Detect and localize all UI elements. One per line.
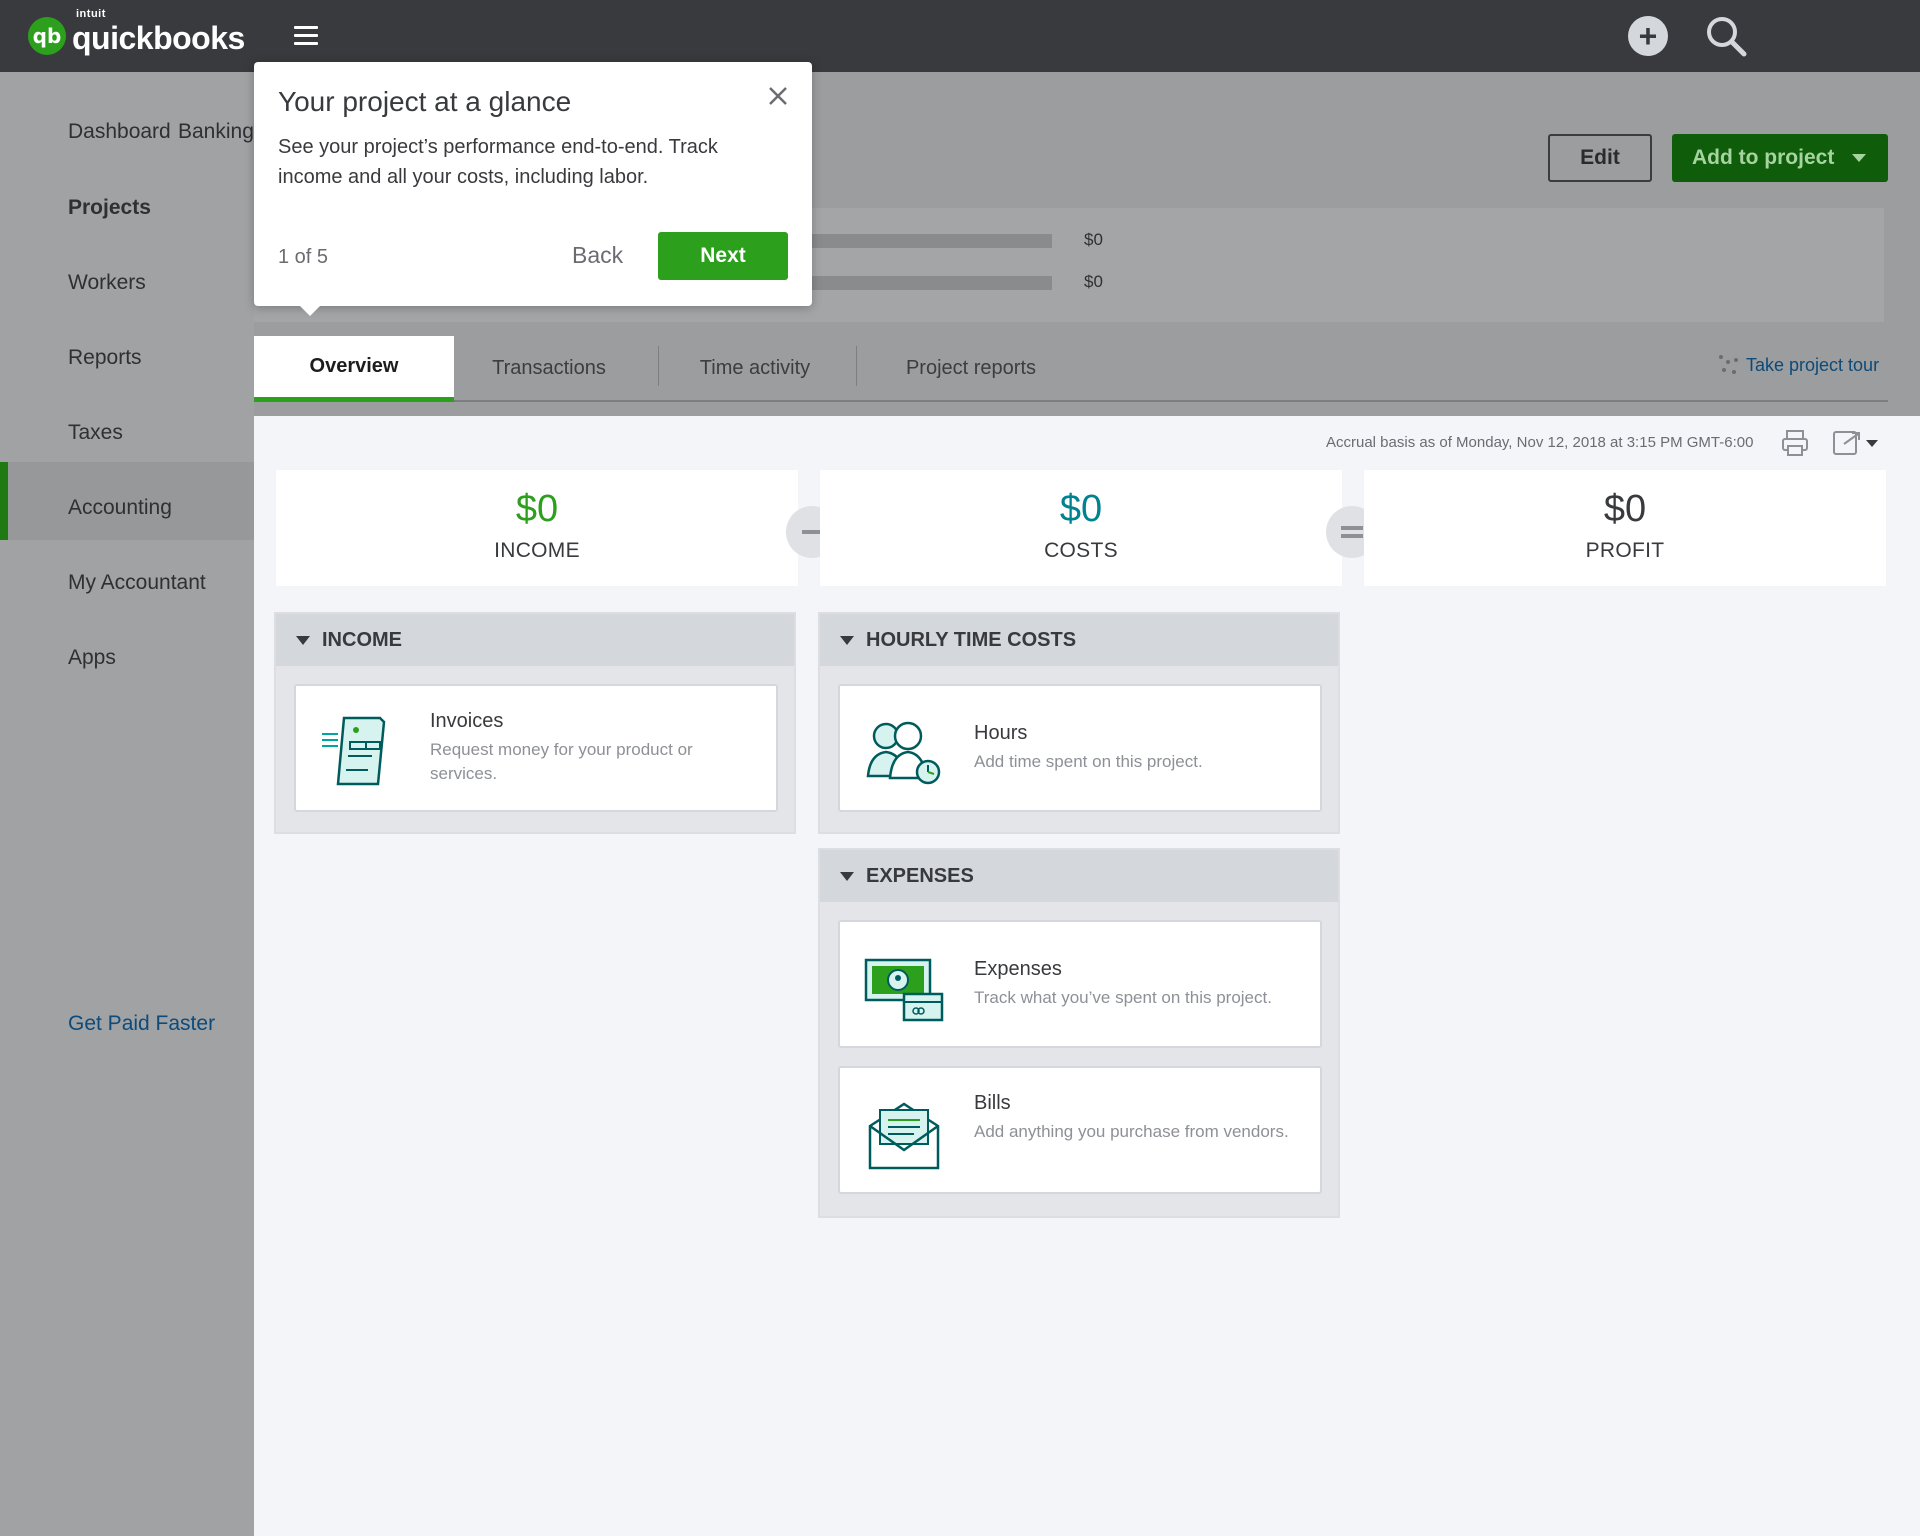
income-section-title: INCOME <box>322 628 402 651</box>
invoice-icon <box>322 716 386 786</box>
costs-kpi-card: $0 COSTS <box>820 470 1342 586</box>
costs-bar-value: $0 <box>1084 272 1103 291</box>
costs-kpi-label: COSTS <box>1044 539 1118 562</box>
next-button[interactable]: Next <box>658 232 788 280</box>
chevron-down-icon[interactable] <box>1852 154 1866 162</box>
expenses-section: EXPENSES Expenses Track what you’ve spen… <box>818 848 1340 1218</box>
get-paid-faster-link[interactable]: Get Paid Faster <box>68 1012 215 1036</box>
income-section: INCOME Invoices Request money for your p… <box>274 612 796 834</box>
sidebar-item-reports[interactable]: Reports <box>68 346 142 370</box>
add-to-project-button[interactable]: Add to project <box>1672 134 1888 182</box>
tour-popover: Your project at a glance See your projec… <box>254 62 812 306</box>
popover-arrow <box>296 302 324 316</box>
logo-wordmark: intuit quickbooks <box>72 8 245 57</box>
search-icon[interactable] <box>1704 14 1748 58</box>
cash-card-icon <box>864 958 944 1022</box>
invoices-card-title: Invoices <box>430 710 504 732</box>
popover-step-counter: 1 of 5 <box>278 246 329 268</box>
take-project-tour-label: Take project tour <box>1746 354 1880 375</box>
qb-logo-icon: qb <box>28 16 66 55</box>
edit-button[interactable]: Edit <box>1548 134 1652 182</box>
hours-card-desc: Add time spent on this project. <box>974 752 1203 771</box>
hours-card[interactable]: Hours Add time spent on this project. <box>838 684 1322 812</box>
income-section-header[interactable]: INCOME <box>276 614 794 666</box>
costs-kpi-value: $0 <box>1059 488 1103 530</box>
take-project-tour-link[interactable]: Take project tour <box>1716 352 1879 378</box>
income-kpi-label: INCOME <box>494 539 580 562</box>
income-kpi-card: $0 INCOME <box>276 470 798 586</box>
popover-title: Your project at a glance <box>278 86 572 117</box>
income-kpi-value: $0 <box>515 488 559 530</box>
income-bar-value: $0 <box>1084 230 1103 249</box>
bills-card-desc: Add anything you purchase from vendors. <box>974 1122 1289 1141</box>
profit-kpi-value: $0 <box>1603 488 1647 530</box>
tab-transactions[interactable]: Transactions <box>454 336 644 400</box>
hourly-section-title: HOURLY TIME COSTS <box>866 628 1077 651</box>
plus-icon[interactable]: + <box>1628 16 1668 56</box>
hourly-time-costs-section: HOURLY TIME COSTS Hours Add time spent o… <box>818 612 1340 834</box>
collapse-triangle-icon[interactable] <box>296 635 310 645</box>
tour-path-icon <box>1719 355 1738 374</box>
quickbooks-logo[interactable]: qb intuit quickbooks <box>28 8 245 57</box>
sidebar-item-apps[interactable]: Apps <box>68 646 116 670</box>
hamburger-menu-icon[interactable] <box>294 26 318 46</box>
hourly-section-header[interactable]: HOURLY TIME COSTS <box>820 614 1338 666</box>
invoices-card[interactable]: Invoices Request money for your product … <box>294 684 778 812</box>
sidebar-item-workers[interactable]: Workers <box>68 271 146 295</box>
tab-project-reports[interactable]: Project reports <box>856 336 1086 400</box>
sidebar-item-projects[interactable]: Projects <box>68 196 151 220</box>
profit-kpi-card: $0 PROFIT <box>1364 470 1886 586</box>
printer-icon[interactable] <box>1780 428 1810 458</box>
hours-card-title: Hours <box>974 722 1028 744</box>
invoices-card-desc: Request money for your product or servic… <box>430 740 693 783</box>
sidebar-active-indicator <box>0 462 8 540</box>
sidebar-item-dashboard[interactable]: Dashboard <box>68 120 171 144</box>
back-button[interactable]: Back <box>572 242 623 269</box>
collapse-triangle-icon[interactable] <box>840 871 854 881</box>
expenses-section-title: EXPENSES <box>866 864 974 887</box>
export-icon[interactable] <box>1832 428 1880 458</box>
popover-body: See your project’s performance end-to-en… <box>278 136 718 188</box>
expenses-card-desc: Track what you’ve spent on this project. <box>974 988 1272 1007</box>
logo-quickbooks-text: quickbooks <box>72 20 245 56</box>
tab-bar: Overview Transactions Time activity Proj… <box>254 336 1888 404</box>
expenses-card[interactable]: Expenses Track what you’ve spent on this… <box>838 920 1322 1048</box>
bills-card-title: Bills <box>974 1092 1011 1114</box>
tab-time-activity[interactable]: Time activity <box>658 336 852 400</box>
close-icon[interactable] <box>764 82 792 110</box>
add-to-project-label: Add to project <box>1692 146 1835 169</box>
sidebar-item-my-accountant[interactable]: My Accountant <box>68 571 206 595</box>
sidebar-item-accounting[interactable]: Accounting <box>68 496 172 520</box>
bills-card[interactable]: Bills Add anything you purchase from ven… <box>838 1066 1322 1194</box>
envelope-bill-icon <box>868 1102 940 1170</box>
expenses-section-header[interactable]: EXPENSES <box>820 850 1338 902</box>
people-clock-icon <box>866 721 941 785</box>
accrual-basis-timestamp: Accrual basis as of Monday, Nov 12, 2018… <box>1326 434 1754 451</box>
profit-kpi-label: PROFIT <box>1585 539 1665 562</box>
sidebar-item-taxes[interactable]: Taxes <box>68 421 123 445</box>
tab-overview[interactable]: Overview <box>254 336 454 402</box>
logo-intuit-text: intuit <box>76 8 106 20</box>
sidebar-item-banking[interactable]: Banking <box>178 120 254 144</box>
collapse-triangle-icon[interactable] <box>840 635 854 645</box>
expenses-card-title: Expenses <box>974 958 1062 980</box>
